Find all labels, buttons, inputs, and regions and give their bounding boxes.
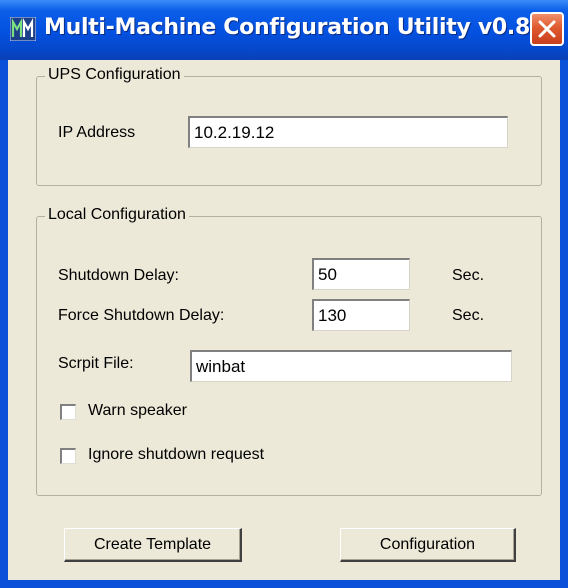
dialog-window: Multi-Machine Configuration Utility v0.8… [0, 0, 568, 588]
configuration-button[interactable]: Configuration [340, 528, 516, 562]
ups-configuration-title: UPS Configuration [45, 66, 184, 84]
force-shutdown-delay-label: Force Shutdown Delay: [58, 307, 225, 324]
shutdown-delay-input[interactable] [312, 258, 410, 290]
ignore-shutdown-checkbox[interactable] [60, 448, 76, 464]
close-icon [538, 20, 556, 38]
script-file-input[interactable] [190, 350, 512, 382]
shutdown-delay-unit: Sec. [452, 267, 485, 284]
force-shutdown-delay-unit: Sec. [452, 307, 485, 324]
ignore-shutdown-label[interactable]: Ignore shutdown request [88, 446, 264, 464]
warn-speaker-label[interactable]: Warn speaker [88, 402, 187, 420]
window-title: Multi-Machine Configuration Utility v0.8… [44, 15, 545, 40]
app-logo-icon [9, 16, 37, 42]
dialog-client-area: UPS Configuration IP Address Local Confi… [8, 60, 560, 580]
local-configuration-title: Local Configuration [45, 206, 189, 224]
ip-address-input[interactable] [188, 116, 508, 148]
script-file-label: Scrpit File: [58, 355, 134, 372]
close-button[interactable] [530, 12, 564, 46]
title-bar[interactable]: Multi-Machine Configuration Utility v0.8… [0, 0, 568, 60]
shutdown-delay-label: Shutdown Delay: [58, 267, 179, 284]
ip-address-label: IP Address [58, 124, 136, 141]
create-template-button[interactable]: Create Template [64, 528, 242, 562]
warn-speaker-checkbox[interactable] [60, 404, 76, 420]
force-shutdown-delay-input[interactable] [312, 299, 410, 331]
